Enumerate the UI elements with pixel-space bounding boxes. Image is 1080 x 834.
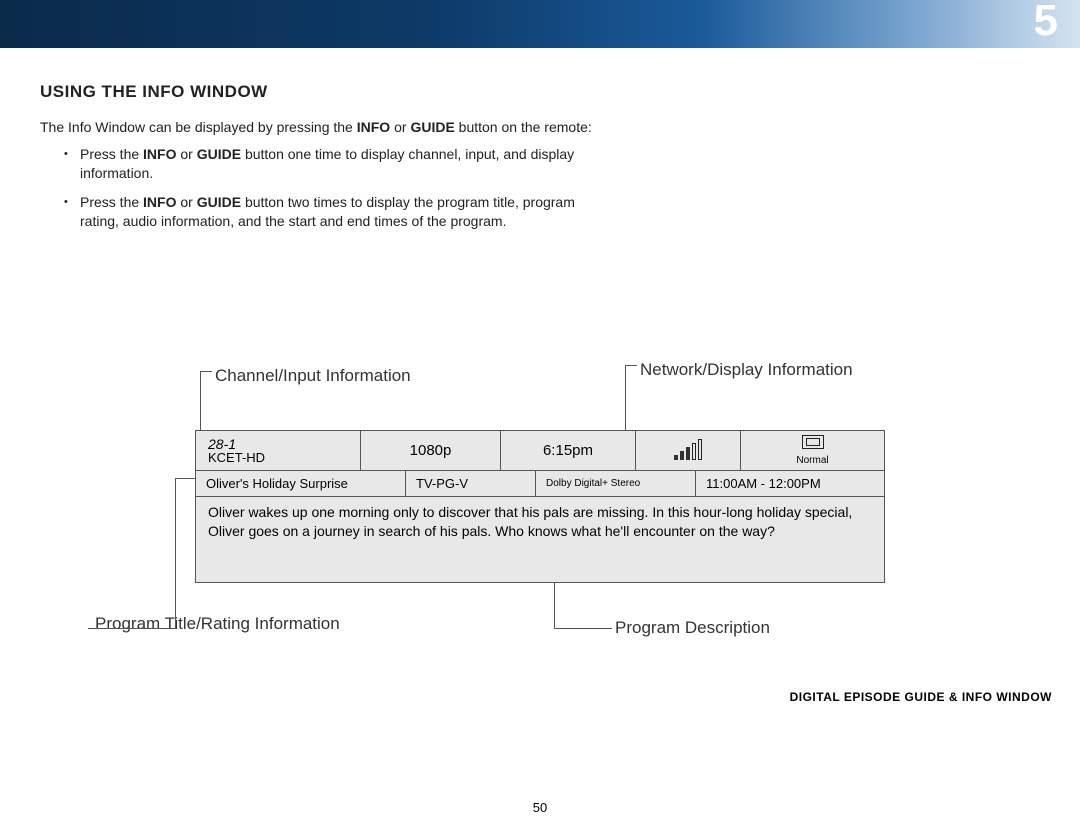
program-rating: TV-PG-V xyxy=(406,471,536,496)
section-heading: USING THE INFO WINDOW xyxy=(40,82,1040,102)
bullet-bold-info: INFO xyxy=(143,146,176,162)
intro-bold-guide: GUIDE xyxy=(410,119,454,135)
bullet-text: or xyxy=(176,194,196,210)
bullet-bold-info: INFO xyxy=(143,194,176,210)
aspect-cell: Normal xyxy=(741,431,884,470)
callout-line xyxy=(88,628,176,629)
info-window-example: 28-1 KCET-HD 1080p 6:15pm Normal Oliver xyxy=(195,430,885,583)
content-area: USING THE INFO WINDOW The Info Window ca… xyxy=(0,48,1080,230)
list-item: Press the INFO or GUIDE button two times… xyxy=(80,193,600,231)
aspect-label: Normal xyxy=(796,455,828,466)
intro-text: or xyxy=(390,119,410,135)
signal-cell xyxy=(636,431,741,470)
list-item: Press the INFO or GUIDE button one time … xyxy=(80,145,600,183)
header-bar: 5 xyxy=(0,0,1080,48)
intro-bold-info: INFO xyxy=(357,119,390,135)
bullet-bold-guide: GUIDE xyxy=(197,146,241,162)
chapter-number: 5 xyxy=(1034,0,1058,46)
intro-text: button on the remote: xyxy=(455,119,592,135)
signal-bars-icon xyxy=(674,442,702,460)
resolution-cell: 1080p xyxy=(361,431,501,470)
intro-text: The Info Window can be displayed by pres… xyxy=(40,119,357,135)
channel-number: 28-1 xyxy=(208,437,348,451)
bullet-text: or xyxy=(176,146,196,162)
info-window-diagram: Channel/Input Information Network/Displa… xyxy=(0,358,1080,678)
callout-line xyxy=(175,478,176,628)
clock-cell: 6:15pm xyxy=(501,431,636,470)
info-row-program: Oliver's Holiday Surprise TV-PG-V Dolby … xyxy=(196,471,884,497)
program-description: Oliver wakes up one morning only to disc… xyxy=(196,497,884,582)
program-times: 11:00AM - 12:00PM xyxy=(696,471,884,496)
channel-name: KCET-HD xyxy=(208,451,348,464)
callout-line xyxy=(625,365,637,366)
callout-line xyxy=(554,628,612,629)
program-audio: Dolby Digital+ Stereo xyxy=(536,471,696,496)
bullet-bold-guide: GUIDE xyxy=(197,194,241,210)
callout-network-display: Network/Display Information xyxy=(640,360,853,380)
callout-program-title-rating: Program Title/Rating Information xyxy=(95,614,340,634)
intro-paragraph: The Info Window can be displayed by pres… xyxy=(40,118,600,137)
channel-cell: 28-1 KCET-HD xyxy=(196,431,361,470)
page-number: 50 xyxy=(0,800,1080,815)
footer-section-label: DIGITAL EPISODE GUIDE & INFO WINDOW xyxy=(790,690,1052,704)
program-title: Oliver's Holiday Surprise xyxy=(196,471,406,496)
callout-channel-input: Channel/Input Information xyxy=(215,366,411,386)
bullet-text: Press the xyxy=(80,194,143,210)
info-row-channel: 28-1 KCET-HD 1080p 6:15pm Normal xyxy=(196,431,884,471)
callout-line xyxy=(200,371,212,372)
bullet-text: Press the xyxy=(80,146,143,162)
instruction-list: Press the INFO or GUIDE button one time … xyxy=(40,145,600,231)
aspect-ratio-icon xyxy=(802,435,824,449)
callout-program-description: Program Description xyxy=(615,618,770,638)
